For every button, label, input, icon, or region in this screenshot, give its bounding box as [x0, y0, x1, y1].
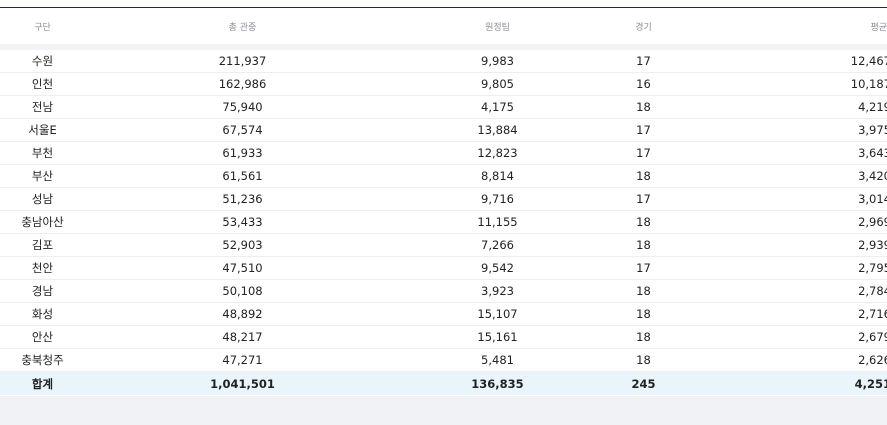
total-average: 4,251 [692, 371, 887, 395]
cell-total: 211,937 [85, 47, 400, 73]
cell-total: 75,940 [85, 95, 400, 119]
cell-away: 9,983 [400, 47, 595, 73]
cell-avg: 2,969 [692, 210, 887, 234]
cell-games: 18 [595, 348, 692, 372]
table-row: 충남아산 53,433 11,155 18 2,969 [0, 210, 887, 234]
table-row: 부산 61,561 8,814 18 3,420 [0, 164, 887, 188]
cell-total: 51,236 [85, 187, 400, 211]
cell-team: 인천 [0, 72, 85, 96]
cell-away: 9,542 [400, 256, 595, 280]
cell-total: 48,217 [85, 325, 400, 349]
cell-team: 경남 [0, 279, 85, 303]
cell-total: 53,433 [85, 210, 400, 234]
cell-games: 18 [595, 95, 692, 119]
table-row: 수원 211,937 9,983 17 12,467 [0, 47, 887, 73]
cell-total: 47,271 [85, 348, 400, 372]
table-row: 성남 51,236 9,716 17 3,014 [0, 187, 887, 211]
header-away-team: 원정팀 [400, 8, 595, 50]
cell-games: 18 [595, 279, 692, 303]
cell-avg: 4,219 [692, 95, 887, 119]
cell-away: 8,814 [400, 164, 595, 188]
cell-total: 61,561 [85, 164, 400, 188]
table-row: 경남 50,108 3,923 18 2,784 [0, 279, 887, 303]
cell-team: 수원 [0, 47, 85, 73]
cell-avg: 2,679 [692, 325, 887, 349]
cell-away: 3,923 [400, 279, 595, 303]
cell-games: 17 [595, 187, 692, 211]
table-header-row: 구단 총 관중 원정팀 경기 평균 [0, 8, 887, 50]
cell-games: 17 [595, 47, 692, 73]
table-row: 인천 162,986 9,805 16 10,187 [0, 72, 887, 96]
table-row: 천안 47,510 9,542 17 2,795 [0, 256, 887, 280]
table-row: 안산 48,217 15,161 18 2,679 [0, 325, 887, 349]
cell-avg: 3,643 [692, 141, 887, 165]
cell-team: 안산 [0, 325, 85, 349]
cell-games: 17 [595, 141, 692, 165]
cell-away: 9,716 [400, 187, 595, 211]
cell-avg: 10,187 [692, 72, 887, 96]
cell-avg: 3,014 [692, 187, 887, 211]
cell-away: 5,481 [400, 348, 595, 372]
cell-avg: 2,784 [692, 279, 887, 303]
total-label: 합계 [0, 371, 85, 395]
header-games: 경기 [595, 8, 692, 50]
cell-away: 15,161 [400, 325, 595, 349]
cell-away: 11,155 [400, 210, 595, 234]
cell-avg: 12,467 [692, 47, 887, 73]
cell-total: 67,574 [85, 118, 400, 142]
cell-games: 16 [595, 72, 692, 96]
cell-away: 9,805 [400, 72, 595, 96]
total-away-sum: 136,835 [400, 371, 595, 395]
cell-team: 성남 [0, 187, 85, 211]
cell-away: 12,823 [400, 141, 595, 165]
cell-total: 50,108 [85, 279, 400, 303]
table-body: 수원 211,937 9,983 17 12,467 인천 162,986 9,… [0, 47, 887, 395]
cell-games: 17 [595, 118, 692, 142]
header-total-attendance: 총 관중 [85, 8, 400, 50]
cell-total: 52,903 [85, 233, 400, 257]
cell-team: 부산 [0, 164, 85, 188]
cell-avg: 2,626 [692, 348, 887, 372]
cell-avg: 2,795 [692, 256, 887, 280]
table-row: 김포 52,903 7,266 18 2,939 [0, 233, 887, 257]
cell-team: 천안 [0, 256, 85, 280]
table-row: 전남 75,940 4,175 18 4,219 [0, 95, 887, 119]
cell-team: 충남아산 [0, 210, 85, 234]
cell-avg: 2,716 [692, 302, 887, 326]
cell-total: 47,510 [85, 256, 400, 280]
cell-away: 4,175 [400, 95, 595, 119]
cell-games: 18 [595, 302, 692, 326]
cell-team: 전남 [0, 95, 85, 119]
cell-games: 18 [595, 233, 692, 257]
cell-games: 18 [595, 164, 692, 188]
cell-team: 부천 [0, 141, 85, 165]
table-row: 화성 48,892 15,107 18 2,716 [0, 302, 887, 326]
table-row: 서울E 67,574 13,884 17 3,975 [0, 118, 887, 142]
table-row: 충북청주 47,271 5,481 18 2,626 [0, 348, 887, 372]
cell-team: 충북청주 [0, 348, 85, 372]
header-average: 평균 [692, 8, 887, 50]
attendance-panel: 구단 총 관중 원정팀 경기 평균 수원 211,937 9,983 17 12… [0, 0, 887, 396]
cell-avg: 3,420 [692, 164, 887, 188]
cell-games: 18 [595, 325, 692, 349]
cell-away: 13,884 [400, 118, 595, 142]
cell-total: 162,986 [85, 72, 400, 96]
cell-games: 17 [595, 256, 692, 280]
cell-total: 61,933 [85, 141, 400, 165]
cell-away: 7,266 [400, 233, 595, 257]
attendance-table: 구단 총 관중 원정팀 경기 평균 수원 211,937 9,983 17 12… [0, 8, 887, 395]
table-row: 부천 61,933 12,823 17 3,643 [0, 141, 887, 165]
cell-total: 48,892 [85, 302, 400, 326]
header-team: 구단 [0, 8, 85, 50]
cell-team: 화성 [0, 302, 85, 326]
cell-away: 15,107 [400, 302, 595, 326]
cell-team: 서울E [0, 118, 85, 142]
cell-avg: 3,975 [692, 118, 887, 142]
total-games-sum: 245 [595, 371, 692, 395]
table-total-row: 합계 1,041,501 136,835 245 4,251 [0, 371, 887, 395]
total-attendance-sum: 1,041,501 [85, 371, 400, 395]
cell-games: 18 [595, 210, 692, 234]
cell-team: 김포 [0, 233, 85, 257]
cell-avg: 2,939 [692, 233, 887, 257]
